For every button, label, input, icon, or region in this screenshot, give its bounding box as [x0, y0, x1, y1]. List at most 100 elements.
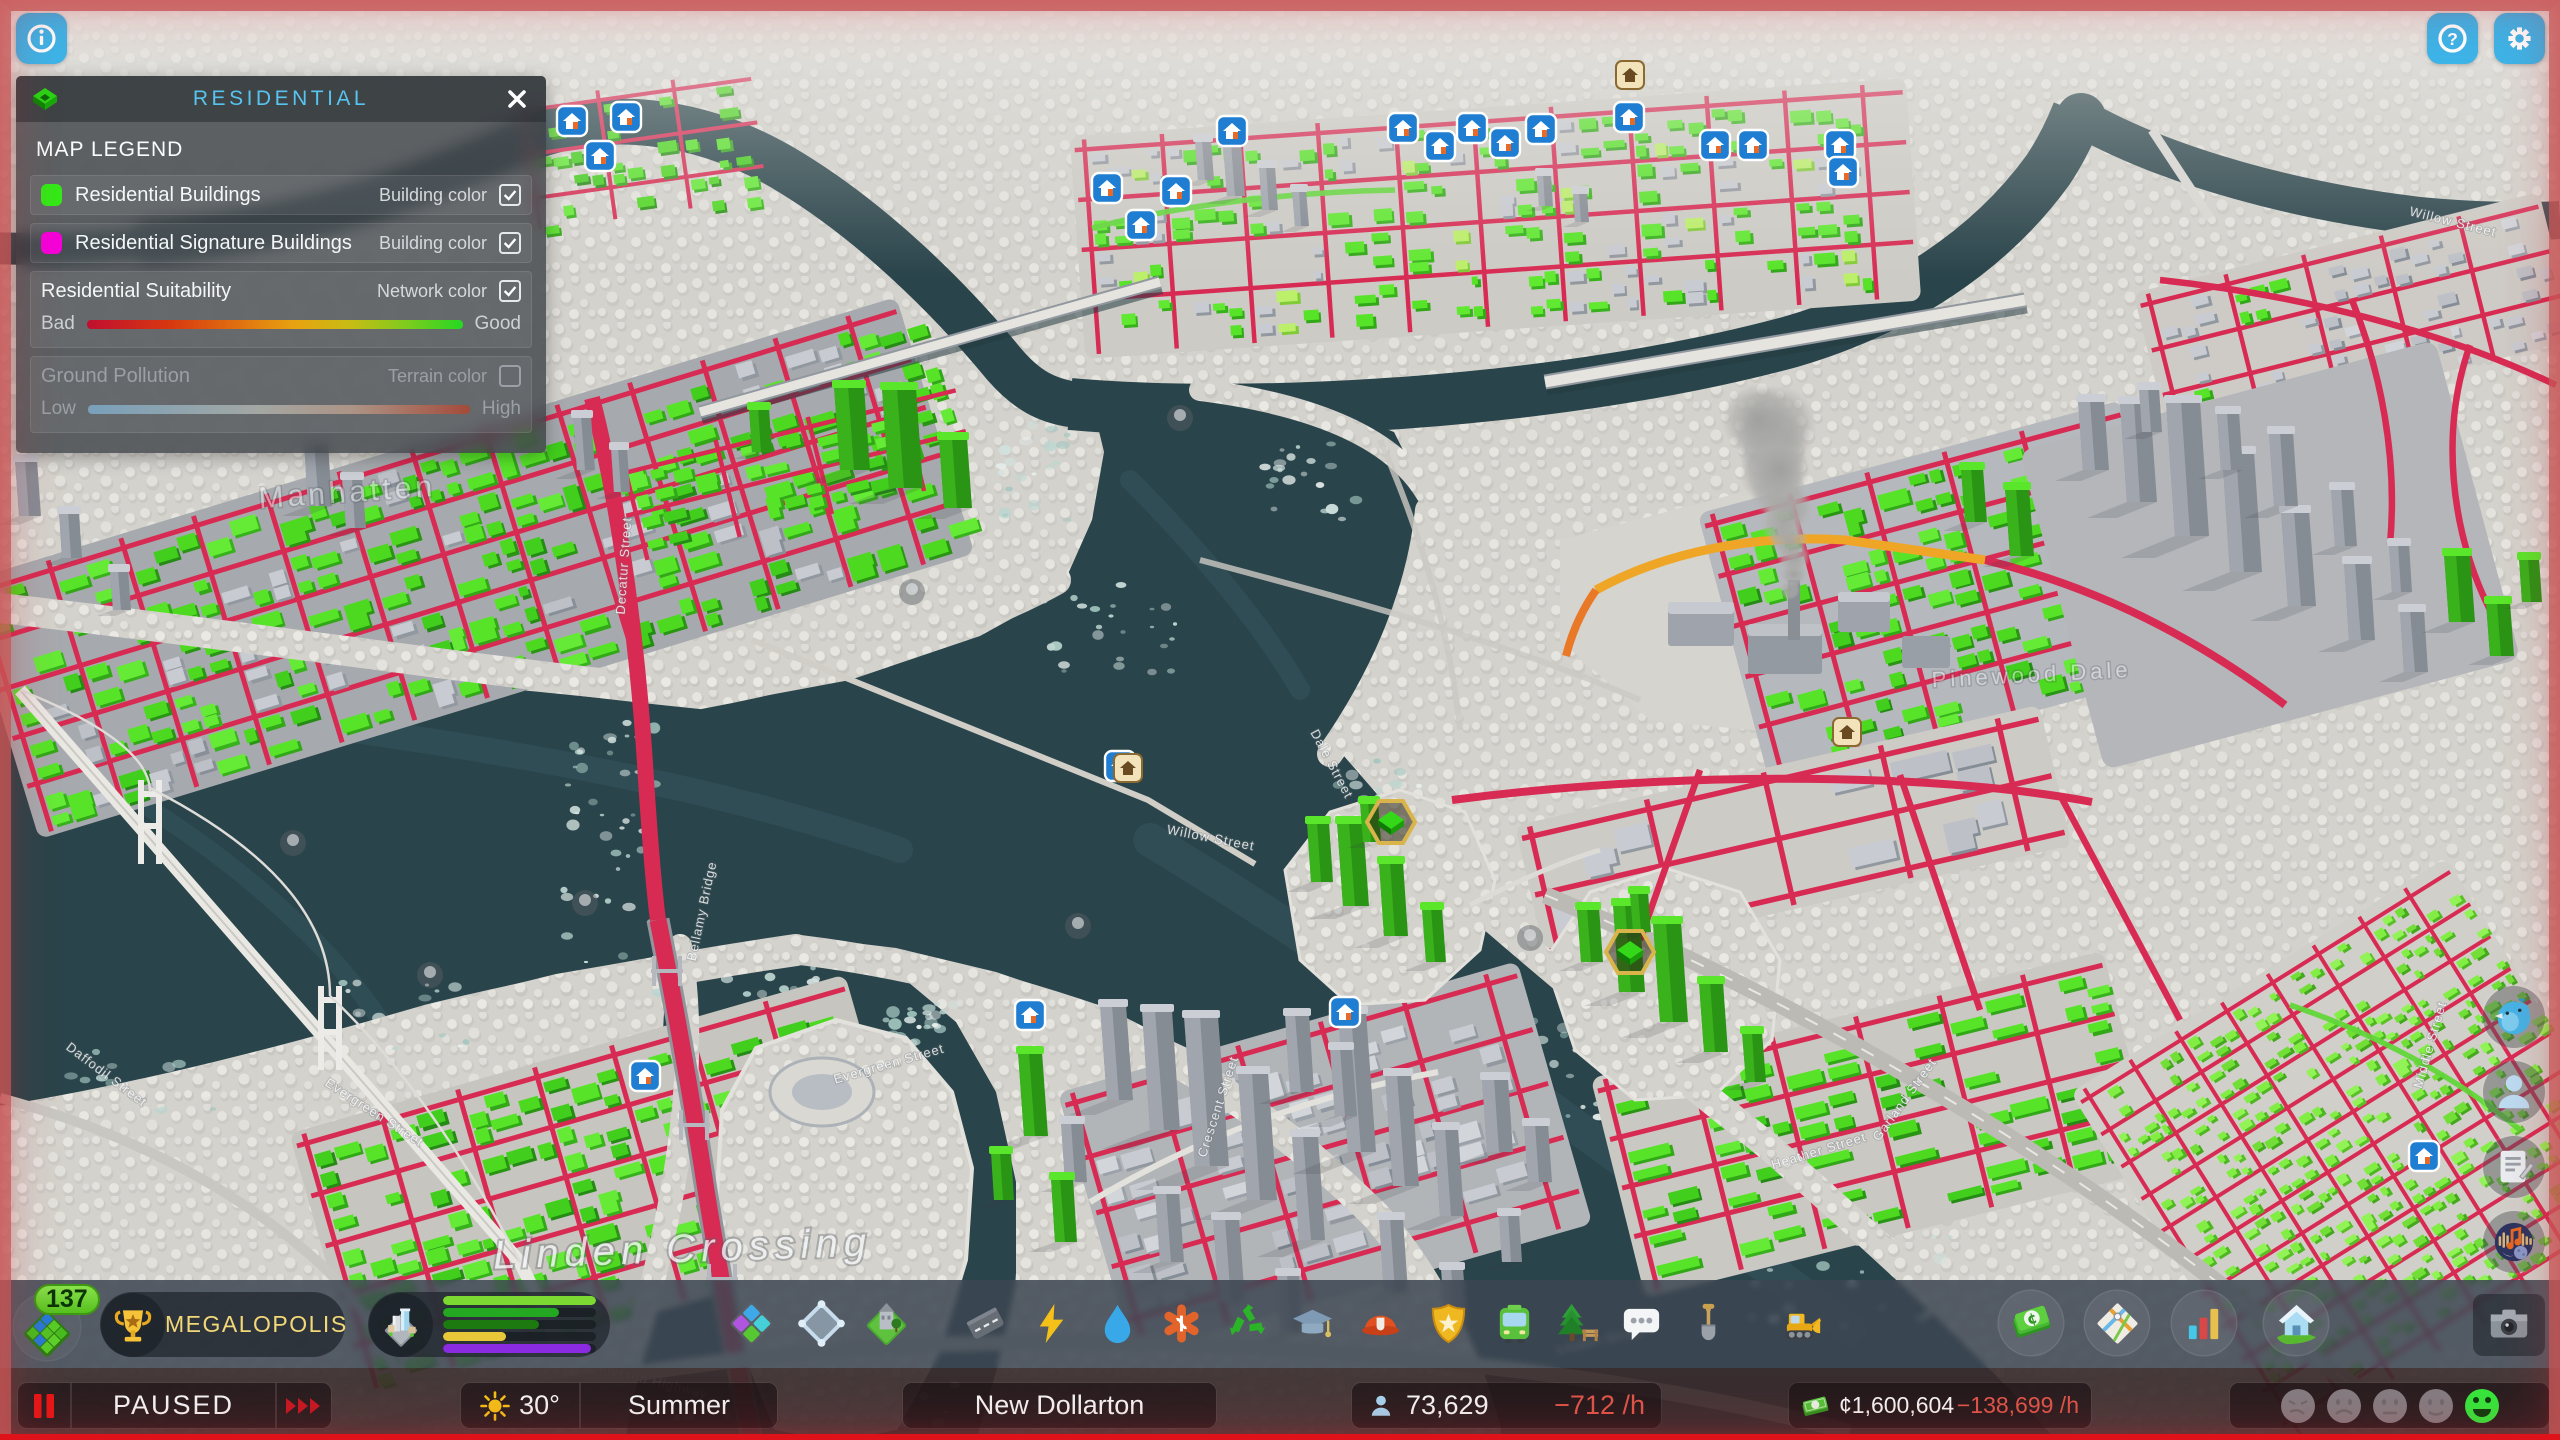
scale-right-label: Good: [474, 313, 521, 334]
progress-track: [443, 1332, 596, 1341]
legend-row-label: Ground Pollution: [41, 364, 190, 387]
chirper-button[interactable]: [2483, 986, 2545, 1048]
city-progress-icon: [369, 1292, 433, 1357]
legend-checkbox[interactable]: [499, 280, 521, 302]
toolbar-parks-recreation-icon[interactable]: [1545, 1290, 1611, 1356]
season-label: Summer: [627, 1390, 730, 1420]
legend-row-label: Residential Signature Buildings: [75, 231, 352, 254]
milestone-name: MEGALOPOLIS: [165, 1311, 348, 1337]
simulation-state-label: PAUSED: [112, 1390, 235, 1420]
happiness-box[interactable]: [2230, 1383, 2549, 1428]
sun-icon: [480, 1390, 510, 1421]
progress-track: [443, 1320, 596, 1329]
level-badge: 137: [34, 1284, 100, 1315]
happiness-face-happy: [2462, 1386, 2502, 1426]
toolbar-bulldozer-icon[interactable]: [1771, 1290, 1837, 1356]
toolbar-info-views-icon[interactable]: [2263, 1290, 2329, 1356]
legend-checkbox[interactable]: [499, 184, 521, 206]
main-toolbar: 137 MEGALOPOLIS ¢: [0, 1280, 2560, 1368]
population-rate: −712 /h: [1554, 1390, 1645, 1420]
legend-type-label: Building color: [378, 184, 487, 205]
progress-fill-commercial: [443, 1320, 540, 1329]
money-rate: −138,699 /h: [1956, 1392, 2079, 1418]
photo-mode-button[interactable]: [2473, 1294, 2545, 1356]
residential-infoview-panel: RESIDENTIAL MAP LEGEND Residential Build…: [16, 76, 546, 453]
speed-button[interactable]: [277, 1396, 331, 1416]
legend-row: Residential Suitability Network color Ba…: [30, 271, 532, 348]
xp-level-widget[interactable]: 137: [10, 1284, 100, 1364]
legend-gradient-bar: [86, 319, 463, 329]
legend-row-label: Residential Buildings: [75, 183, 261, 206]
legend-type-label: Building color: [378, 232, 487, 253]
progress-fill-industrial: [443, 1332, 506, 1341]
scale-right-label: High: [481, 398, 521, 419]
legend-row: Ground Pollution Terrain color Low High: [30, 356, 532, 433]
toolbar-police-icon[interactable]: [1415, 1290, 1481, 1356]
close-icon[interactable]: [502, 84, 532, 114]
weather-widget: 30° Summer: [461, 1383, 777, 1428]
toolbar-communications-icon[interactable]: [1608, 1290, 1674, 1356]
legend-gradient-bar: [87, 404, 470, 414]
toolbar-zones-icon[interactable]: [718, 1290, 784, 1356]
legend-row: Residential Buildings Building color: [30, 175, 532, 215]
legend-type-label: Terrain color: [387, 365, 487, 386]
legend-row: Residential Signature Buildings Building…: [30, 223, 532, 263]
milestone-widget[interactable]: MEGALOPOLIS: [100, 1292, 346, 1357]
settings-button[interactable]: [2494, 13, 2545, 64]
happiness-face-neutral: [2370, 1386, 2410, 1426]
money-box[interactable]: ¢1,600,604 −138,699 /h: [1789, 1383, 2091, 1428]
money-icon: [1802, 1396, 1829, 1416]
status-bar: PAUSED 30° Summer New Dollarton 73,629 −…: [0, 1368, 2560, 1440]
temperature: 30°: [461, 1390, 579, 1421]
legend-type-label: Network color: [376, 280, 487, 301]
radio-button[interactable]: [2483, 1211, 2545, 1273]
progress-fill-xp: [443, 1296, 596, 1305]
help-button[interactable]: ?: [2427, 13, 2478, 64]
progress-track: [443, 1344, 596, 1353]
progress-fill-residential: [443, 1308, 560, 1317]
toolbar-map-overlays-icon[interactable]: [2084, 1290, 2150, 1356]
city-progress-bars: [433, 1296, 610, 1353]
scale-left-label: Low: [41, 398, 76, 419]
toolbar-healthcare-icon[interactable]: [1148, 1290, 1214, 1356]
population-icon: [1371, 1395, 1391, 1416]
journal-button[interactable]: [2483, 1136, 2545, 1198]
toolbar-signature-buildings-icon[interactable]: [853, 1290, 919, 1356]
money-value: ¢1,600,604: [1839, 1392, 1955, 1418]
svg-text:?: ?: [2447, 29, 2458, 49]
toolbar-water-sewage-icon[interactable]: [1084, 1290, 1150, 1356]
legend-checkbox[interactable]: [499, 232, 521, 254]
time-controls: PAUSED: [18, 1383, 331, 1428]
happiness-face-terrible: [2278, 1386, 2318, 1426]
toolbar-terraforming-icon[interactable]: [1673, 1290, 1739, 1356]
legend-swatch: [41, 184, 62, 206]
toolbar-statistics-icon[interactable]: [2171, 1290, 2237, 1356]
citizen-panel-button[interactable]: [2483, 1061, 2545, 1123]
legend-checkbox[interactable]: [499, 365, 521, 387]
toolbar-electricity-icon[interactable]: [1018, 1290, 1084, 1356]
toolbar-fire-rescue-icon[interactable]: [1347, 1290, 1413, 1356]
city-name: New Dollarton: [974, 1390, 1145, 1420]
toolbar-garbage-icon[interactable]: [1214, 1290, 1280, 1356]
game-viewport[interactable]: Daffodil StreetEvergreen StreetEmerson H…: [0, 0, 2560, 1440]
legend-swatch: [41, 232, 62, 254]
city-progress-widget[interactable]: [368, 1292, 610, 1357]
toolbar-districts-icon[interactable]: [788, 1290, 854, 1356]
progress-fill-office: [443, 1344, 592, 1353]
happiness-face-sad: [2324, 1386, 2364, 1426]
toolbar-economy-icon[interactable]: ¢: [1998, 1290, 2064, 1356]
toolbar-transportation-icon[interactable]: [1481, 1290, 1547, 1356]
pause-button[interactable]: [18, 1392, 70, 1420]
happiness-face-content: [2416, 1386, 2456, 1426]
legend-row-label: Residential Suitability: [41, 279, 232, 302]
legend-header[interactable]: RESIDENTIAL: [16, 76, 546, 122]
info-button[interactable]: [16, 13, 67, 64]
population-box[interactable]: 73,629 −712 /h: [1352, 1383, 1661, 1428]
scale-left-label: Bad: [41, 313, 75, 334]
city-name-box[interactable]: New Dollarton: [903, 1383, 1216, 1428]
progress-track: [443, 1308, 596, 1317]
toolbar-roads-icon[interactable]: [952, 1290, 1018, 1356]
population-value: 73,629: [1406, 1390, 1489, 1420]
toolbar-education-icon[interactable]: [1279, 1290, 1345, 1356]
map-legend-heading: MAP LEGEND: [36, 138, 184, 161]
